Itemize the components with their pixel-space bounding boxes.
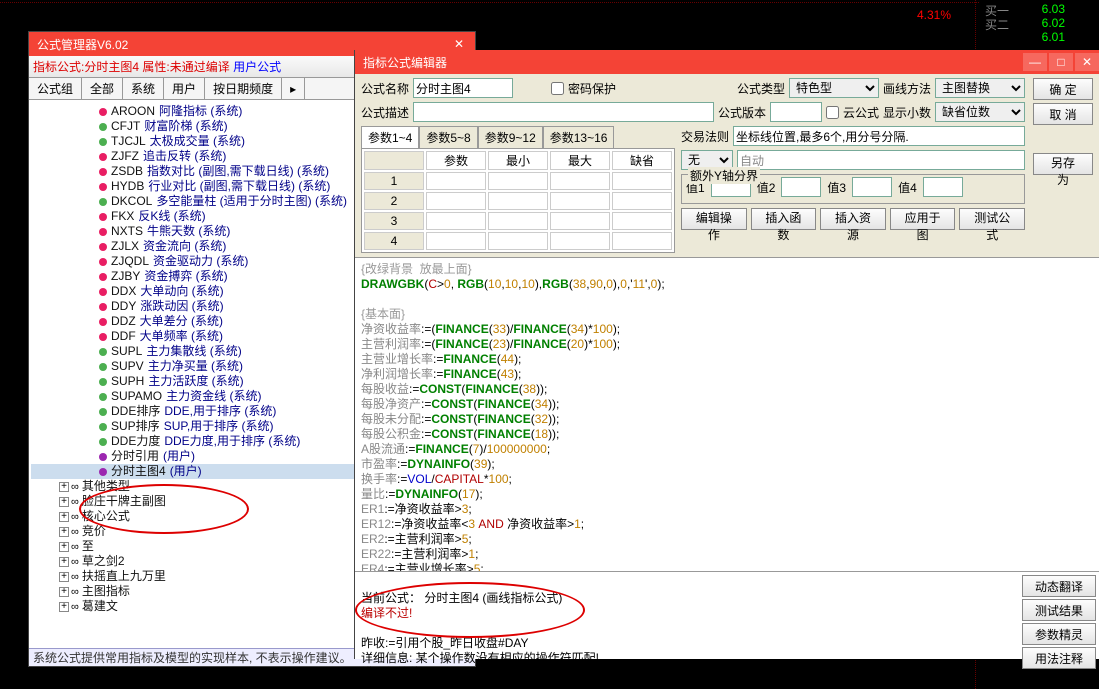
code-editor[interactable]: {改绿背景 放最上面} DRAWGBK(C>0, RGB(10,10,10),R… [355, 258, 1099, 572]
price-3: 6.01 [1042, 30, 1065, 44]
lbl-ver: 公式版本 [718, 104, 766, 121]
ok-button[interactable]: 确 定 [1033, 78, 1093, 100]
decimal-select[interactable]: 缺省位数 [935, 102, 1025, 122]
tab-all[interactable]: 全部 [82, 78, 123, 99]
param-tab-3[interactable]: 参数9~12 [478, 126, 543, 148]
dyn-translate-button[interactable]: 动态翻译 [1022, 575, 1096, 597]
tab-system[interactable]: 系统 [123, 78, 164, 99]
price-2: 6.02 [1042, 16, 1065, 30]
close-icon[interactable]: ✕ [1075, 53, 1099, 71]
editor-top-panel: 公式名称 密码保护 公式类型 特色型 画线方法 主图替换 公式描述 公式版本 [355, 74, 1099, 258]
chk-cloud: 云公式 [843, 104, 879, 121]
save-as-button[interactable]: 另存为 [1033, 153, 1093, 175]
y-val-3[interactable] [852, 177, 892, 197]
insert-fn-button[interactable]: 插入函数 [751, 208, 817, 230]
formula-desc-input[interactable] [413, 102, 714, 122]
lbl-draw: 画线方法 [883, 80, 931, 97]
cloud-checkbox[interactable] [826, 106, 839, 119]
error-output: 当前公式： 分时主图4 (画线指标公式) 编译不过! 昨收:=引用个股_昨日收盘… [355, 572, 1019, 642]
draw-method-select[interactable]: 主图替换 [935, 78, 1025, 98]
tab-by-date[interactable]: 按日期频度 [205, 78, 282, 99]
pct-change: 4.31% [917, 8, 951, 22]
insert-res-button[interactable]: 插入资源 [820, 208, 886, 230]
mgr-title: 公式管理器V6.02 [37, 36, 128, 53]
maximize-icon[interactable]: □ [1049, 53, 1073, 71]
ask-label-2: 买二 [985, 16, 1009, 33]
param-tab-1[interactable]: 参数1~4 [361, 126, 419, 148]
minimize-icon[interactable]: — [1023, 53, 1047, 71]
side-column: 动态翻译 测试结果 参数精灵 用法注释 [1019, 572, 1099, 672]
lbl-disp: 显示小数 [883, 104, 931, 121]
auto-input[interactable] [737, 150, 1025, 170]
lbl-rule: 交易法则 [681, 128, 729, 145]
edit-op-button[interactable]: 编辑操作 [681, 208, 747, 230]
cancel-button[interactable]: 取 消 [1033, 103, 1093, 125]
pwd-checkbox[interactable] [551, 82, 564, 95]
formula-type-select[interactable]: 特色型 [789, 78, 879, 98]
param-wizard-button[interactable]: 参数精灵 [1022, 623, 1096, 645]
side-buttons: 确 定 取 消 另存为 [1033, 78, 1093, 253]
apply-chart-button[interactable]: 应用于图 [890, 208, 956, 230]
formula-editor-window: 指标公式编辑器 — □ ✕ 公式名称 密码保护 公式类型 特色型 画线方法 主图… [354, 50, 1099, 659]
extra-y-group: 额外Y轴分界 值1 值2 值3 值4 [681, 174, 1025, 204]
version-input[interactable] [770, 102, 822, 122]
button-strip: 编辑操作 插入函数 插入资源 应用于图 测试公式 [681, 208, 1025, 230]
lbl-type: 公式类型 [737, 80, 785, 97]
test-formula-button[interactable]: 测试公式 [959, 208, 1025, 230]
param-tabs: 参数1~4 参数5~8 参数9~12 参数13~16 [361, 126, 675, 148]
ed-title: 指标公式编辑器 [363, 54, 447, 71]
tab-groups[interactable]: 公式组 [29, 78, 82, 99]
rule-hint[interactable] [733, 126, 1025, 146]
param-tab-2[interactable]: 参数5~8 [419, 126, 477, 148]
lbl-pwd: 密码保护 [568, 80, 616, 97]
param-tab-4[interactable]: 参数13~16 [543, 126, 615, 148]
param-grid[interactable]: 参数最小最大缺省 1 2 3 4 [361, 148, 675, 253]
price-1: 6.03 [1042, 2, 1065, 16]
lbl-name: 公式名称 [361, 80, 409, 97]
test-result-button[interactable]: 测试结果 [1022, 599, 1096, 621]
formula-name-input[interactable] [413, 78, 513, 98]
y-val-4[interactable] [923, 177, 963, 197]
y-val-2[interactable] [781, 177, 821, 197]
tab-overflow[interactable]: ▸ [282, 78, 305, 99]
usage-note-button[interactable]: 用法注释 [1022, 647, 1096, 669]
tab-user[interactable]: 用户 [164, 78, 205, 99]
lbl-desc: 公式描述 [361, 104, 409, 121]
ed-title-bar[interactable]: 指标公式编辑器 — □ ✕ [355, 50, 1099, 74]
